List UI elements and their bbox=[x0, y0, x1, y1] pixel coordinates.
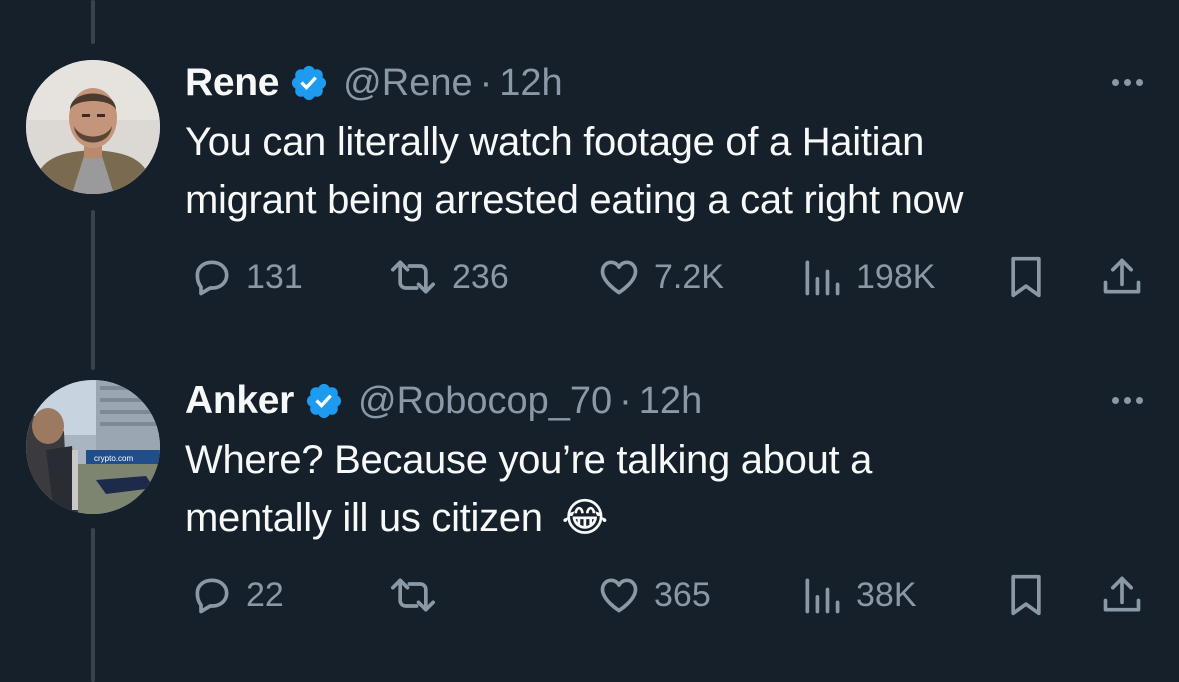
tweet-text-line: migrant being arrested eating a cat righ… bbox=[185, 178, 964, 222]
timestamp[interactable]: 12h bbox=[499, 62, 562, 105]
tweet[interactable]: crypto.com Anker @Robocop_70 · 12h Where… bbox=[0, 340, 1179, 682]
like-button[interactable]: 7.2K bbox=[596, 255, 724, 299]
like-button[interactable]: 365 bbox=[596, 573, 711, 617]
views-icon bbox=[805, 578, 840, 614]
views-button[interactable]: 198K bbox=[800, 255, 935, 299]
like-icon bbox=[600, 260, 638, 295]
tweet-text-line: You can literally watch footage of a Hai… bbox=[185, 120, 925, 164]
avatar-background-text: crypto.com bbox=[94, 454, 133, 463]
display-name[interactable]: Rene bbox=[185, 61, 279, 105]
bookmark-icon bbox=[1011, 574, 1041, 616]
action-bar: 131 236 7.2K 198K bbox=[0, 251, 1179, 301]
share-button[interactable] bbox=[1100, 255, 1144, 299]
share-icon bbox=[1103, 258, 1141, 294]
avatar[interactable] bbox=[26, 60, 160, 194]
separator-dot: · bbox=[619, 379, 632, 422]
views-count: 198K bbox=[856, 257, 936, 296]
username-handle[interactable]: @Robocop_70 bbox=[358, 380, 612, 423]
tweet-header: Rene @Rene · 12h bbox=[185, 59, 563, 107]
display-name[interactable]: Anker bbox=[185, 379, 294, 423]
bookmark-icon bbox=[1011, 256, 1041, 298]
like-count: 365 bbox=[654, 575, 711, 614]
views-button[interactable]: 38K bbox=[800, 573, 917, 617]
retweet-button[interactable]: 236 bbox=[386, 255, 509, 299]
laughing-emoji: 😂 bbox=[561, 496, 609, 540]
reply-icon bbox=[195, 578, 229, 614]
verified-badge-icon bbox=[306, 383, 342, 419]
separator-dot: · bbox=[479, 61, 493, 104]
reply-icon bbox=[195, 260, 229, 296]
username-handle[interactable]: @Rene bbox=[343, 62, 472, 105]
more-icon[interactable] bbox=[1112, 79, 1143, 86]
like-icon bbox=[600, 578, 638, 613]
more-icon[interactable] bbox=[1112, 397, 1143, 404]
retweet-count: 236 bbox=[452, 257, 509, 296]
tweet-text-line: Where? Because you’re talking about a bbox=[185, 438, 873, 482]
retweet-icon bbox=[391, 260, 435, 294]
tweet-text-fragment: mentally ill us citizen bbox=[185, 496, 543, 540]
tweet-text-line-2: mentally ill us citizen 😂 bbox=[185, 489, 1145, 547]
views-count: 38K bbox=[856, 575, 917, 614]
retweet-icon bbox=[391, 578, 435, 612]
timestamp[interactable]: 12h bbox=[639, 380, 702, 423]
bookmark-button[interactable] bbox=[1006, 255, 1046, 299]
tweet-text: Where? Because you’re talking about a me… bbox=[185, 431, 1145, 547]
tweet[interactable]: Rene @Rene · 12h You can literally watch… bbox=[0, 0, 1179, 340]
reply-count: 22 bbox=[246, 575, 284, 614]
like-count: 7.2K bbox=[654, 257, 724, 296]
reply-button[interactable]: 131 bbox=[190, 255, 303, 299]
verified-badge-icon bbox=[292, 65, 327, 101]
action-bar: 22 365 38K bbox=[0, 569, 1179, 619]
views-icon bbox=[805, 260, 840, 296]
reply-button[interactable]: 22 bbox=[190, 573, 284, 617]
tweet-text: You can literally watch footage of a Hai… bbox=[185, 113, 1145, 229]
reply-count: 131 bbox=[246, 257, 303, 296]
bookmark-button[interactable] bbox=[1006, 573, 1046, 617]
retweet-button[interactable] bbox=[386, 573, 452, 617]
avatar[interactable]: crypto.com bbox=[26, 380, 160, 514]
tweet-header: Anker @Robocop_70 · 12h bbox=[185, 377, 702, 425]
share-icon bbox=[1103, 576, 1141, 612]
share-button[interactable] bbox=[1100, 573, 1144, 617]
